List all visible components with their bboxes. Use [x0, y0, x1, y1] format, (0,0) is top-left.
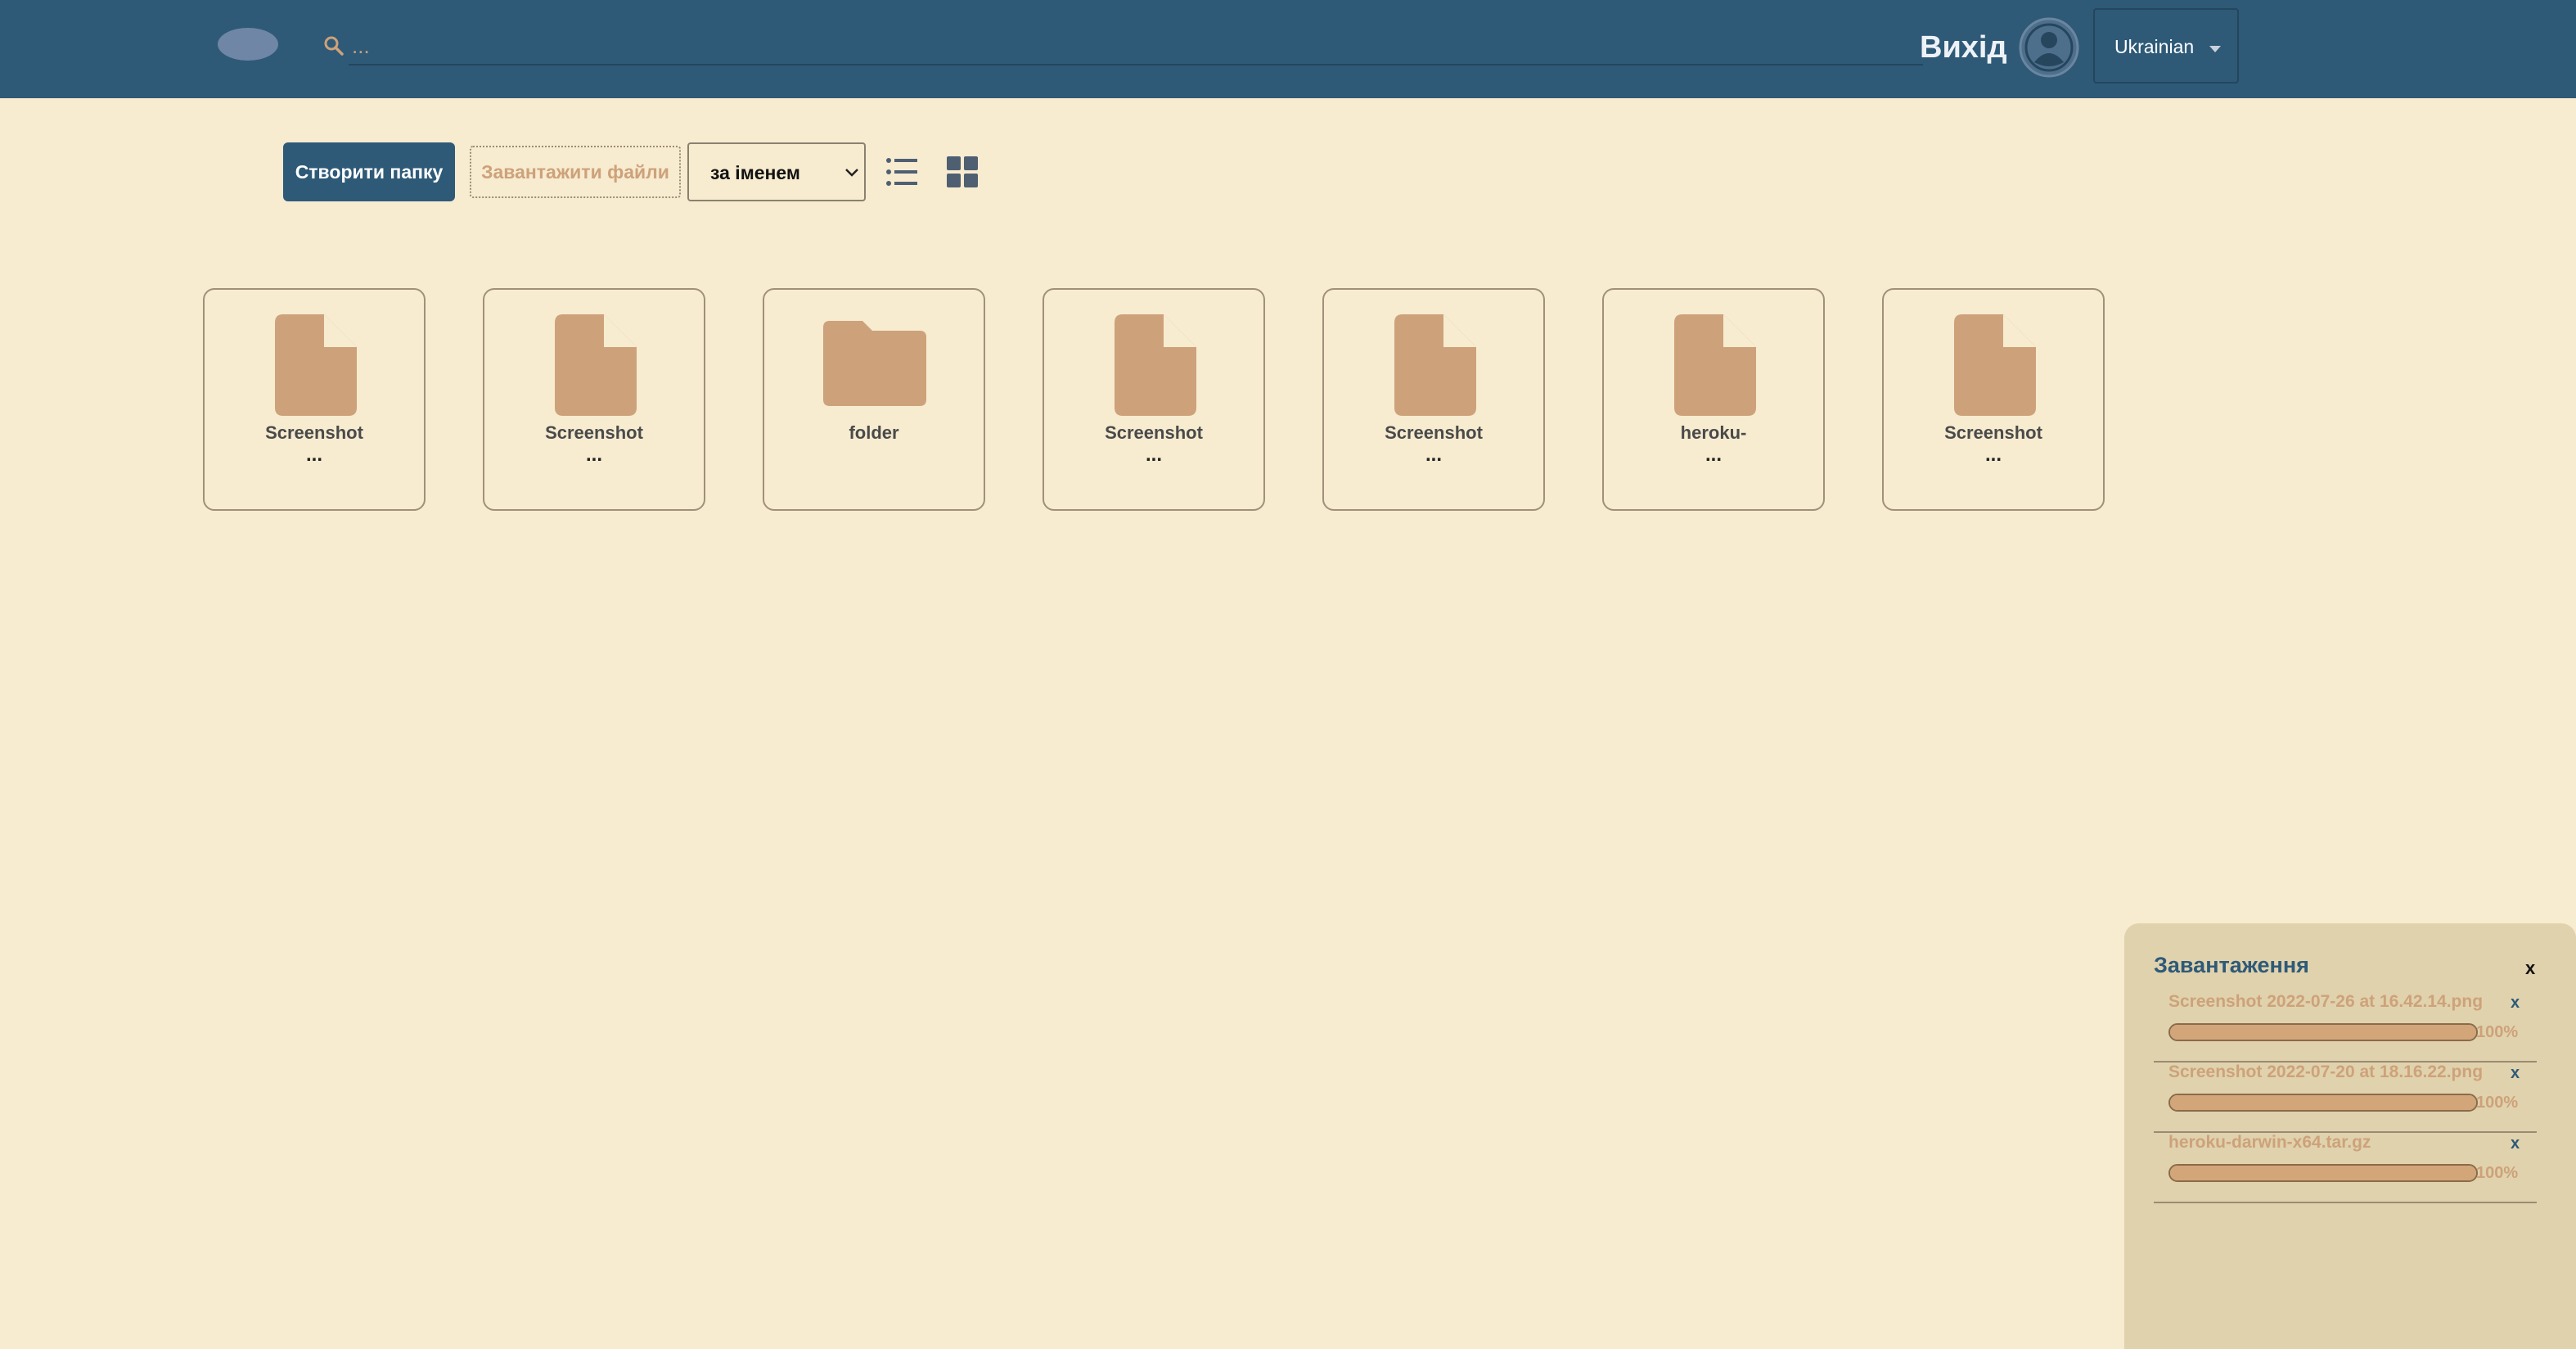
- file-name-ellipsis: ...: [305, 444, 322, 466]
- file-card[interactable]: Screenshot ...: [483, 288, 705, 511]
- file-icon: [1674, 314, 1756, 416]
- upload-remove-button[interactable]: x: [2511, 1135, 2520, 1153]
- upload-item: Screenshot 2022-07-26 at 16.42.14.png x …: [2154, 992, 2537, 1063]
- sort-select-value: за іменем: [710, 162, 800, 183]
- logout-button[interactable]: Вихід: [1920, 25, 2007, 70]
- grid-view-icon[interactable]: [946, 156, 979, 188]
- file-card[interactable]: Screenshot ...: [1322, 288, 1545, 511]
- file-name-ellipsis: ...: [1984, 444, 2002, 466]
- upload-progress-fill: [2170, 1166, 2476, 1180]
- file-name: Screenshot: [545, 422, 643, 443]
- file-icon: [1115, 314, 1196, 416]
- uploads-title: Завантаження: [2154, 953, 2309, 977]
- upload-percent: 100%: [2476, 1023, 2519, 1041]
- upload-percent: 100%: [2476, 1164, 2519, 1182]
- create-folder-button[interactable]: Створити папку: [283, 142, 455, 201]
- file-name-ellipsis: ...: [1425, 444, 1442, 466]
- upload-progress-fill: [2170, 1025, 2476, 1040]
- caret-down-icon: [2209, 46, 2221, 52]
- file-name: Screenshot: [1385, 422, 1483, 443]
- file-card[interactable]: Screenshot ...: [1043, 288, 1265, 511]
- file-icon: [275, 314, 357, 416]
- file-name-ellipsis: ...: [1705, 444, 1722, 466]
- top-bar: Вихід Ukrainian: [0, 0, 2576, 98]
- file-icon: [555, 314, 637, 416]
- file-name-ellipsis: ...: [1145, 444, 1162, 466]
- language-label: Ukrainian: [2114, 36, 2195, 57]
- list-view-icon[interactable]: [885, 156, 918, 188]
- upload-item: Screenshot 2022-07-20 at 18.16.22.png x …: [2154, 1063, 2537, 1133]
- search-input[interactable]: [349, 28, 1923, 65]
- file-name: Screenshot: [265, 422, 363, 443]
- file-card[interactable]: Screenshot ...: [203, 288, 426, 511]
- file-card[interactable]: heroku- ...: [1602, 288, 1825, 511]
- file-name: heroku-: [1680, 422, 1747, 443]
- upload-file-name: heroku-darwin-x64.tar.gz: [2168, 1133, 2371, 1152]
- upload-percent: 100%: [2476, 1094, 2519, 1112]
- chevron-down-icon: [845, 169, 858, 177]
- user-avatar-icon[interactable]: [2018, 16, 2080, 79]
- file-icon: [1394, 314, 1476, 416]
- upload-progress-bar: [2168, 1094, 2478, 1112]
- upload-item: heroku-darwin-x64.tar.gz x 100%: [2154, 1133, 2537, 1203]
- folder-icon: [823, 321, 926, 406]
- file-icon: [1954, 314, 2036, 416]
- upload-remove-button[interactable]: x: [2511, 994, 2520, 1013]
- sort-select[interactable]: за іменем: [687, 142, 866, 201]
- upload-file-name: Screenshot 2022-07-26 at 16.42.14.png: [2168, 992, 2484, 1011]
- file-card[interactable]: Screenshot ...: [1882, 288, 2105, 511]
- file-name: Screenshot: [1105, 422, 1203, 443]
- logo[interactable]: [218, 28, 278, 61]
- language-select[interactable]: Ukrainian: [2093, 8, 2239, 83]
- folder-name: folder: [849, 422, 899, 443]
- upload-progress-bar: [2168, 1164, 2478, 1182]
- file-name: Screenshot: [1944, 422, 2042, 443]
- upload-file-name: Screenshot 2022-07-20 at 18.16.22.png: [2168, 1063, 2484, 1081]
- upload-files-button[interactable]: Завантажити файли: [470, 146, 681, 198]
- folder-card[interactable]: folder: [763, 288, 985, 511]
- upload-progress-fill: [2170, 1095, 2476, 1110]
- search-icon: [324, 36, 344, 56]
- upload-progress-bar: [2168, 1023, 2478, 1041]
- file-name-ellipsis: ...: [585, 444, 602, 466]
- upload-remove-button[interactable]: x: [2511, 1064, 2520, 1083]
- uploads-panel: Завантаження x Screenshot 2022-07-26 at …: [2124, 923, 2576, 1349]
- uploads-close-button[interactable]: x: [2525, 958, 2535, 979]
